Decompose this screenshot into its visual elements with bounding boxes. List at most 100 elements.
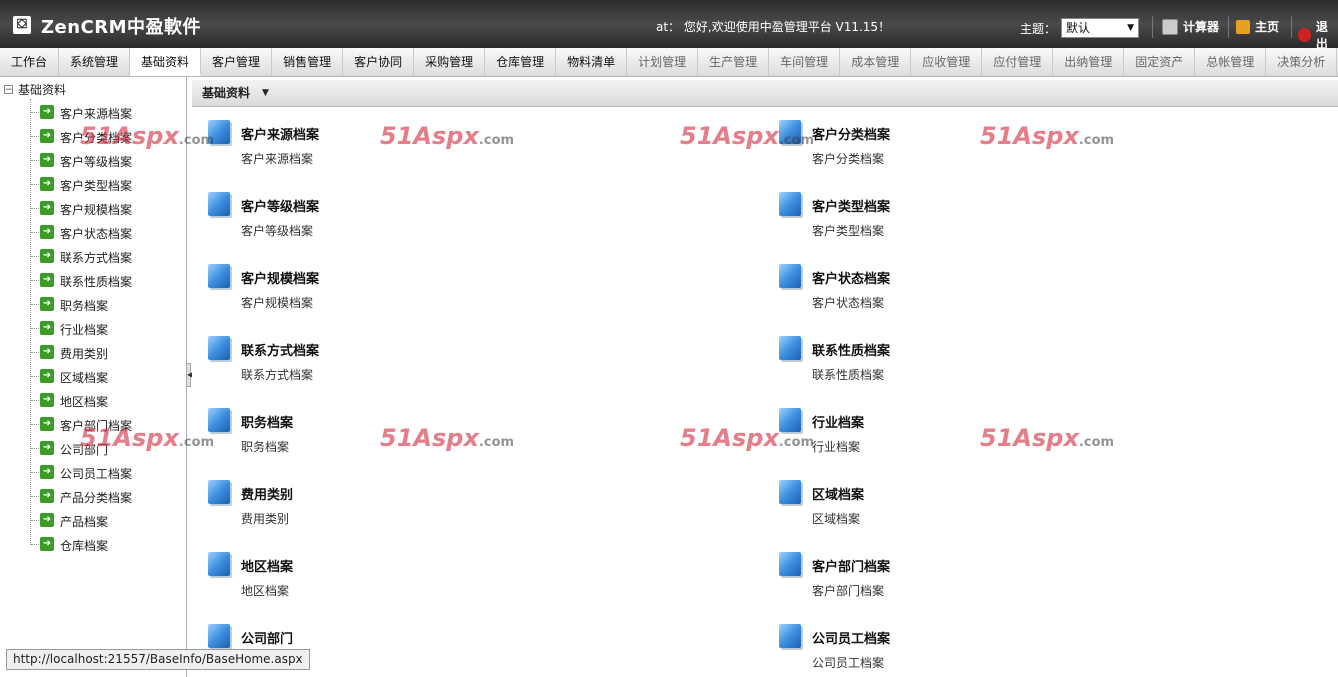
menu-item[interactable]: 生产管理 <box>698 48 770 76</box>
arrow-right-icon: ➜ <box>40 393 54 407</box>
cube-icon <box>779 624 801 648</box>
menu-item[interactable]: 销售管理 <box>272 48 344 76</box>
tree-connector <box>30 99 31 545</box>
power-icon <box>1298 28 1311 42</box>
module-subtitle[interactable]: 公司员工档案 <box>812 654 884 671</box>
menu-item[interactable]: 出纳管理 <box>1053 48 1125 76</box>
tree-connector <box>31 136 39 137</box>
module-subtitle[interactable]: 联系性质档案 <box>812 366 884 383</box>
divider <box>1152 16 1153 38</box>
tree-item-label: 产品分类档案 <box>60 491 133 505</box>
collapse-icon[interactable]: − <box>4 85 13 95</box>
module-subtitle[interactable]: 地区档案 <box>241 582 289 599</box>
menu-item[interactable]: 系统管理 <box>59 48 131 76</box>
module-card[interactable]: 客户类型档案 客户类型档案 <box>779 192 1179 252</box>
module-title[interactable]: 客户类型档案 <box>812 196 890 215</box>
module-card[interactable]: 公司员工档案 公司员工档案 <box>779 624 1179 677</box>
menu-item[interactable]: 固定资产 <box>1124 48 1196 76</box>
menu-item[interactable]: 客户协同 <box>343 48 415 76</box>
module-subtitle[interactable]: 行业档案 <box>812 438 860 455</box>
menu-item[interactable]: 仓库管理 <box>485 48 557 76</box>
module-grid: 客户来源档案 客户来源档案 客户分类档案 客户分类档案 客户等级档案 客户等级档案 客户类型… <box>192 107 1338 677</box>
module-title[interactable]: 地区档案 <box>241 556 293 575</box>
menu-item[interactable]: 应收管理 <box>911 48 983 76</box>
menu-item[interactable]: 成本管理 <box>840 48 912 76</box>
menu-item[interactable]: 应付管理 <box>982 48 1054 76</box>
module-subtitle[interactable]: 客户等级档案 <box>241 222 313 239</box>
menu-item[interactable]: 决策分析 <box>1266 48 1338 76</box>
menu-item[interactable]: 总帐管理 <box>1195 48 1267 76</box>
panel-title[interactable]: 基础资料 <box>202 80 250 106</box>
home-button[interactable]: 主页 <box>1236 18 1279 35</box>
calculator-label: 计算器 <box>1183 20 1220 34</box>
watermark: 51Aspx.com <box>380 424 514 452</box>
tree-item-label: 客户来源档案 <box>60 107 133 121</box>
module-card[interactable]: 客户状态档案 客户状态档案 <box>779 264 1179 324</box>
module-card[interactable]: 区域档案 区域档案 <box>779 480 1179 540</box>
tree-connector <box>31 472 39 473</box>
arrow-right-icon: ➜ <box>40 129 54 143</box>
theme-select[interactable]: 默认 ▼ <box>1061 18 1139 38</box>
menu-item[interactable]: 基础资料 <box>130 48 202 76</box>
module-title[interactable]: 联系性质档案 <box>812 340 890 359</box>
module-card[interactable]: 客户等级档案 客户等级档案 <box>208 192 608 252</box>
module-title[interactable]: 客户规模档案 <box>241 268 319 287</box>
module-subtitle[interactable]: 客户来源档案 <box>241 150 313 167</box>
module-title[interactable]: 行业档案 <box>812 412 864 431</box>
cube-icon <box>208 552 230 576</box>
module-card[interactable]: 客户部门档案 客户部门档案 <box>779 552 1179 612</box>
module-card[interactable]: 联系方式档案 联系方式档案 <box>208 336 608 396</box>
module-title[interactable]: 客户状态档案 <box>812 268 890 287</box>
module-card[interactable]: 地区档案 地区档案 <box>208 552 608 612</box>
caret-down-icon[interactable]: ▼ <box>262 80 269 106</box>
calculator-button[interactable]: 计算器 <box>1162 18 1219 35</box>
module-card[interactable]: 客户规模档案 客户规模档案 <box>208 264 608 324</box>
module-subtitle[interactable]: 客户类型档案 <box>812 222 884 239</box>
module-title[interactable]: 联系方式档案 <box>241 340 319 359</box>
arrow-right-icon: ➜ <box>40 273 54 287</box>
module-title[interactable]: 公司员工档案 <box>812 628 890 647</box>
module-subtitle[interactable]: 联系方式档案 <box>241 366 313 383</box>
module-title[interactable]: 费用类别 <box>241 484 293 503</box>
sidebar-collapse-handle[interactable]: ◀ <box>186 363 193 387</box>
module-title[interactable]: 职务档案 <box>241 412 293 431</box>
tree-connector <box>31 184 39 185</box>
cube-icon <box>208 624 230 648</box>
menu-item[interactable]: 物料清单 <box>556 48 628 76</box>
menu-item[interactable]: 计划管理 <box>627 48 699 76</box>
module-title[interactable]: 区域档案 <box>812 484 864 503</box>
module-subtitle[interactable]: 客户部门档案 <box>812 582 884 599</box>
module-title[interactable]: 客户部门档案 <box>812 556 890 575</box>
module-title[interactable]: 客户分类档案 <box>812 124 890 143</box>
module-card[interactable]: 费用类别 费用类别 <box>208 480 608 540</box>
menu-item[interactable]: 采购管理 <box>414 48 486 76</box>
module-subtitle[interactable]: 客户规模档案 <box>241 294 313 311</box>
module-card[interactable]: 联系性质档案 联系性质档案 <box>779 336 1179 396</box>
divider <box>1228 16 1229 38</box>
tree-item-label: 费用类别 <box>60 347 109 361</box>
module-subtitle[interactable]: 客户分类档案 <box>812 150 884 167</box>
tree-connector <box>31 256 39 257</box>
module-title[interactable]: 公司部门 <box>241 628 293 647</box>
arrow-right-icon: ➜ <box>40 225 54 239</box>
tree-item-label: 地区档案 <box>60 395 109 409</box>
arrow-right-icon: ➜ <box>40 537 54 551</box>
menu-item[interactable]: 车间管理 <box>769 48 841 76</box>
watermark: 51Aspx.com <box>80 122 214 150</box>
module-title[interactable]: 客户等级档案 <box>241 196 319 215</box>
module-card[interactable]: 行业档案 行业档案 <box>779 408 1179 468</box>
module-subtitle[interactable]: 区域档案 <box>812 510 860 527</box>
module-subtitle[interactable]: 费用类别 <box>241 510 289 527</box>
tree-connector <box>31 304 39 305</box>
module-title[interactable]: 客户来源档案 <box>241 124 319 143</box>
menu-item[interactable]: 工作台 <box>0 48 60 76</box>
module-subtitle[interactable]: 职务档案 <box>241 438 289 455</box>
logout-button[interactable]: 退出 <box>1298 18 1338 52</box>
module-subtitle[interactable]: 客户状态档案 <box>812 294 884 311</box>
theme-label: 主题： <box>1020 22 1057 36</box>
cube-icon <box>208 264 230 288</box>
module-card[interactable]: 客户分类档案 客户分类档案 <box>779 120 1179 180</box>
tree-root[interactable]: − 基础资料 <box>4 81 66 98</box>
menu-item[interactable]: 客户管理 <box>201 48 273 76</box>
tree-connector <box>31 520 39 521</box>
